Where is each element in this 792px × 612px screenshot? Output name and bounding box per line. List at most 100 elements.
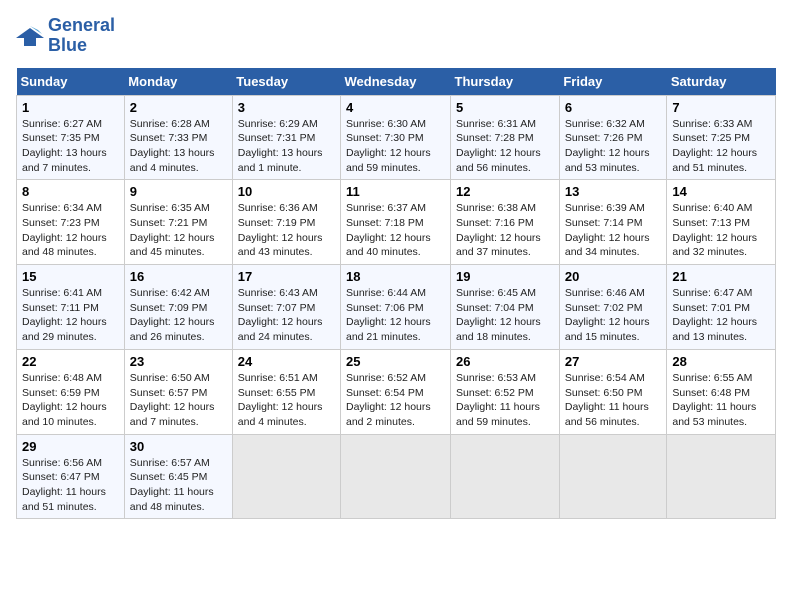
calendar-cell: 16Sunrise: 6:42 AM Sunset: 7:09 PM Dayli… [124, 265, 232, 350]
day-info: Sunrise: 6:27 AM Sunset: 7:35 PM Dayligh… [22, 117, 119, 176]
calendar-cell: 6Sunrise: 6:32 AM Sunset: 7:26 PM Daylig… [559, 95, 667, 180]
day-number: 7 [672, 100, 770, 115]
day-info: Sunrise: 6:50 AM Sunset: 6:57 PM Dayligh… [130, 371, 227, 430]
weekday-header-row: SundayMondayTuesdayWednesdayThursdayFrid… [17, 68, 776, 96]
calendar-cell: 8 Sunrise: 6:34 AM Sunset: 7:23 PM Daylig… [17, 180, 125, 265]
calendar-week-row: 8 Sunrise: 6:34 AM Sunset: 7:23 PM Daylig… [17, 180, 776, 265]
day-number: 20 [565, 269, 662, 284]
day-info: Sunrise: 6:45 AM Sunset: 7:04 PM Dayligh… [456, 286, 554, 345]
calendar-cell [341, 434, 451, 519]
calendar-cell [451, 434, 560, 519]
calendar-cell: 28 Sunrise: 6:55 AM Sunset: 6:48 PM Dayli… [667, 349, 776, 434]
calendar-cell [232, 434, 340, 519]
weekday-header-thursday: Thursday [451, 68, 560, 96]
day-info: Sunrise: 6:52 AM Sunset: 6:54 PM Dayligh… [346, 371, 445, 430]
calendar-cell: 3Sunrise: 6:29 AM Sunset: 7:31 PM Daylig… [232, 95, 340, 180]
calendar-table: SundayMondayTuesdayWednesdayThursdayFrid… [16, 68, 776, 520]
day-number: 24 [238, 354, 335, 369]
day-number: 1 [22, 100, 119, 115]
day-number: 15 [22, 269, 119, 284]
logo: General Blue [16, 16, 115, 56]
logo-icon [16, 24, 44, 48]
day-number: 27 [565, 354, 662, 369]
day-number: 29 [22, 439, 119, 454]
calendar-week-row: 29 Sunrise: 6:56 AM Sunset: 6:47 PM Dayli… [17, 434, 776, 519]
day-number: 9 [130, 184, 227, 199]
calendar-cell: 21Sunrise: 6:47 AM Sunset: 7:01 PM Dayli… [667, 265, 776, 350]
calendar-cell: 13Sunrise: 6:39 AM Sunset: 7:14 PM Dayli… [559, 180, 667, 265]
calendar-cell: 10 Sunrise: 6:36 AM Sunset: 7:19 PM Dayli… [232, 180, 340, 265]
day-info: Sunrise: 6:54 AM Sunset: 6:50 PM Dayligh… [565, 371, 662, 430]
calendar-cell: 26 Sunrise: 6:53 AM Sunset: 6:52 PM Dayli… [451, 349, 560, 434]
weekday-header-monday: Monday [124, 68, 232, 96]
calendar-cell: 1 Sunrise: 6:27 AM Sunset: 7:35 PM Daylig… [17, 95, 125, 180]
day-info: Sunrise: 6:31 AM Sunset: 7:28 PM Dayligh… [456, 117, 554, 176]
day-info: Sunrise: 6:55 AM Sunset: 6:48 PM Dayligh… [672, 371, 770, 430]
calendar-cell: 17Sunrise: 6:43 AM Sunset: 7:07 PM Dayli… [232, 265, 340, 350]
day-number: 6 [565, 100, 662, 115]
day-info: Sunrise: 6:46 AM Sunset: 7:02 PM Dayligh… [565, 286, 662, 345]
day-info: Sunrise: 6:34 AM Sunset: 7:23 PM Dayligh… [22, 201, 119, 260]
day-number: 25 [346, 354, 445, 369]
day-number: 22 [22, 354, 119, 369]
day-number: 30 [130, 439, 227, 454]
calendar-week-row: 1 Sunrise: 6:27 AM Sunset: 7:35 PM Daylig… [17, 95, 776, 180]
calendar-cell [667, 434, 776, 519]
day-number: 5 [456, 100, 554, 115]
calendar-cell: 9 Sunrise: 6:35 AM Sunset: 7:21 PM Daylig… [124, 180, 232, 265]
calendar-cell: 7 Sunrise: 6:33 AM Sunset: 7:25 PM Daylig… [667, 95, 776, 180]
day-info: Sunrise: 6:29 AM Sunset: 7:31 PM Dayligh… [238, 117, 335, 176]
logo-text: General Blue [48, 16, 115, 56]
calendar-cell: 18 Sunrise: 6:44 AM Sunset: 7:06 PM Dayli… [341, 265, 451, 350]
weekday-header-friday: Friday [559, 68, 667, 96]
day-number: 14 [672, 184, 770, 199]
calendar-cell: 25 Sunrise: 6:52 AM Sunset: 6:54 PM Dayli… [341, 349, 451, 434]
calendar-cell: 5 Sunrise: 6:31 AM Sunset: 7:28 PM Daylig… [451, 95, 560, 180]
calendar-cell [559, 434, 667, 519]
day-number: 26 [456, 354, 554, 369]
calendar-cell: 15Sunrise: 6:41 AM Sunset: 7:11 PM Dayli… [17, 265, 125, 350]
day-info: Sunrise: 6:48 AM Sunset: 6:59 PM Dayligh… [22, 371, 119, 430]
day-info: Sunrise: 6:56 AM Sunset: 6:47 PM Dayligh… [22, 456, 119, 515]
day-number: 19 [456, 269, 554, 284]
calendar-cell: 2 Sunrise: 6:28 AM Sunset: 7:33 PM Daylig… [124, 95, 232, 180]
day-number: 2 [130, 100, 227, 115]
calendar-cell: 29 Sunrise: 6:56 AM Sunset: 6:47 PM Dayli… [17, 434, 125, 519]
calendar-cell: 14 Sunrise: 6:40 AM Sunset: 7:13 PM Dayli… [667, 180, 776, 265]
calendar-cell: 23 Sunrise: 6:50 AM Sunset: 6:57 PM Dayli… [124, 349, 232, 434]
day-info: Sunrise: 6:28 AM Sunset: 7:33 PM Dayligh… [130, 117, 227, 176]
weekday-header-sunday: Sunday [17, 68, 125, 96]
weekday-header-tuesday: Tuesday [232, 68, 340, 96]
page-header: General Blue [16, 16, 776, 56]
day-number: 21 [672, 269, 770, 284]
day-info: Sunrise: 6:33 AM Sunset: 7:25 PM Dayligh… [672, 117, 770, 176]
day-info: Sunrise: 6:43 AM Sunset: 7:07 PM Dayligh… [238, 286, 335, 345]
day-number: 4 [346, 100, 445, 115]
calendar-cell: 12 Sunrise: 6:38 AM Sunset: 7:16 PM Dayli… [451, 180, 560, 265]
day-info: Sunrise: 6:38 AM Sunset: 7:16 PM Dayligh… [456, 201, 554, 260]
day-number: 12 [456, 184, 554, 199]
calendar-cell: 4 Sunrise: 6:30 AM Sunset: 7:30 PM Daylig… [341, 95, 451, 180]
day-info: Sunrise: 6:53 AM Sunset: 6:52 PM Dayligh… [456, 371, 554, 430]
day-number: 28 [672, 354, 770, 369]
calendar-cell: 30 Sunrise: 6:57 AM Sunset: 6:45 PM Dayli… [124, 434, 232, 519]
day-number: 11 [346, 184, 445, 199]
day-number: 23 [130, 354, 227, 369]
day-info: Sunrise: 6:35 AM Sunset: 7:21 PM Dayligh… [130, 201, 227, 260]
day-info: Sunrise: 6:39 AM Sunset: 7:14 PM Dayligh… [565, 201, 662, 260]
day-info: Sunrise: 6:44 AM Sunset: 7:06 PM Dayligh… [346, 286, 445, 345]
day-info: Sunrise: 6:30 AM Sunset: 7:30 PM Dayligh… [346, 117, 445, 176]
day-info: Sunrise: 6:57 AM Sunset: 6:45 PM Dayligh… [130, 456, 227, 515]
calendar-week-row: 15Sunrise: 6:41 AM Sunset: 7:11 PM Dayli… [17, 265, 776, 350]
day-number: 10 [238, 184, 335, 199]
calendar-cell: 24Sunrise: 6:51 AM Sunset: 6:55 PM Dayli… [232, 349, 340, 434]
day-number: 8 [22, 184, 119, 199]
day-info: Sunrise: 6:40 AM Sunset: 7:13 PM Dayligh… [672, 201, 770, 260]
calendar-week-row: 22 Sunrise: 6:48 AM Sunset: 6:59 PM Dayli… [17, 349, 776, 434]
calendar-cell: 27 Sunrise: 6:54 AM Sunset: 6:50 PM Dayli… [559, 349, 667, 434]
day-number: 18 [346, 269, 445, 284]
weekday-header-wednesday: Wednesday [341, 68, 451, 96]
calendar-cell: 22 Sunrise: 6:48 AM Sunset: 6:59 PM Dayli… [17, 349, 125, 434]
day-info: Sunrise: 6:37 AM Sunset: 7:18 PM Dayligh… [346, 201, 445, 260]
day-info: Sunrise: 6:36 AM Sunset: 7:19 PM Dayligh… [238, 201, 335, 260]
